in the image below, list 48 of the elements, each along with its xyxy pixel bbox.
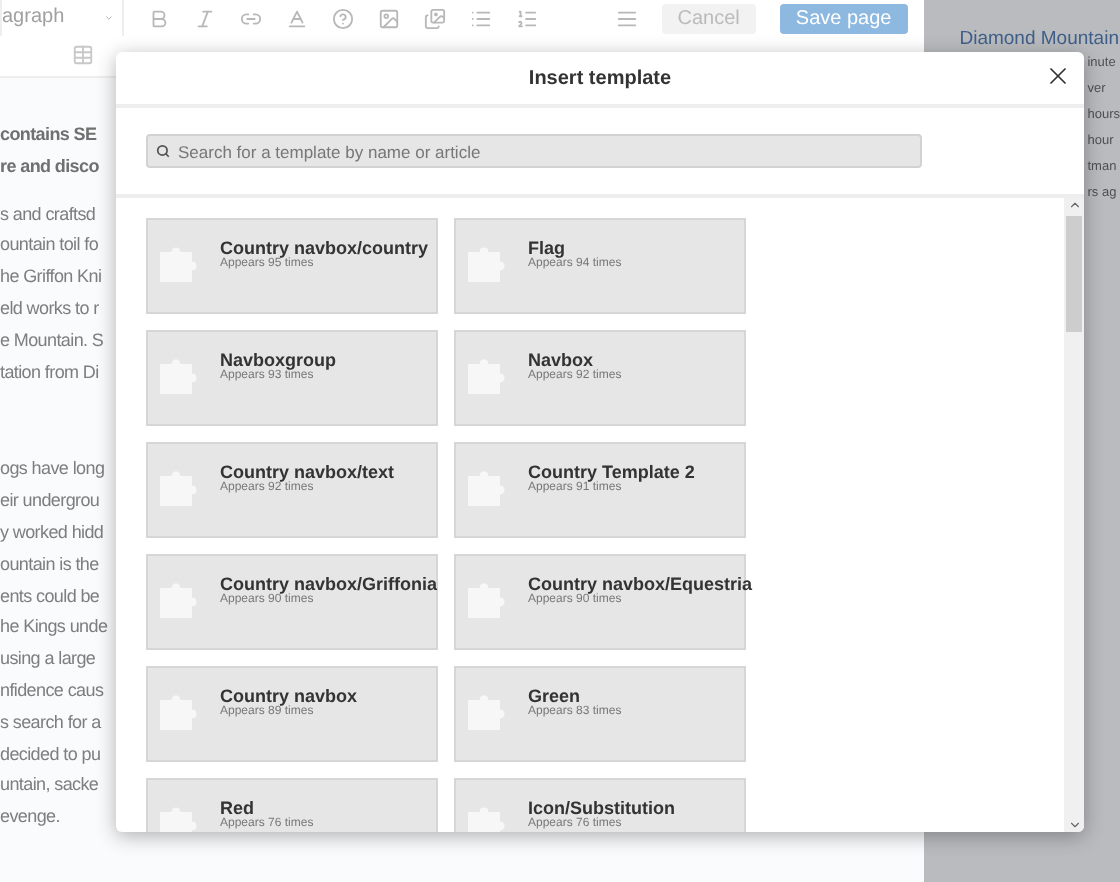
scroll-down-icon[interactable] <box>1067 818 1081 832</box>
gallery-icon[interactable] <box>424 7 446 29</box>
template-name: Navboxgroup <box>220 350 337 370</box>
template-name: Country navbox/text <box>220 462 395 482</box>
search-field[interactable]: Search for a template by name or article <box>146 134 922 168</box>
bold-icon[interactable] <box>148 7 170 29</box>
close-button[interactable] <box>1044 62 1072 90</box>
template-name: Icon/Substitution <box>528 798 675 818</box>
search-icon <box>156 144 170 158</box>
menu-icon[interactable] <box>615 7 638 29</box>
paragraph-line: e Mountain. S <box>0 327 106 354</box>
template-name: Green <box>528 686 581 706</box>
help-icon[interactable] <box>332 7 354 29</box>
paragraph-line: ogs have long <box>0 456 107 483</box>
paragraph-line: nfidence caus <box>0 678 106 705</box>
bullet-list-icon[interactable] <box>470 7 492 29</box>
template-name: Flag <box>528 238 566 258</box>
paragraph-line: decided to pu <box>0 741 103 768</box>
paragraph-line: using a large <box>0 646 98 673</box>
template-name: Red <box>220 798 255 818</box>
template-name: Navbox <box>528 350 594 370</box>
text-style-icon[interactable] <box>286 7 308 29</box>
template-name: Country navbox <box>220 686 358 706</box>
heading-text: re and disco <box>0 153 101 180</box>
paragraph-line: ents could be <box>0 583 102 610</box>
paragraph-line: eld works to r <box>0 296 101 323</box>
paragraph-line: y worked hidd <box>0 520 106 547</box>
paragraph-line: eir undergrou <box>0 488 102 515</box>
scroll-up-icon[interactable] <box>1067 198 1081 212</box>
paragraph-line: ountain is the <box>0 551 101 578</box>
scrollbar-thumb[interactable] <box>1066 216 1082 332</box>
paragraph-line: s and craftsd <box>0 201 98 228</box>
heading-text: contains SE <box>0 121 99 148</box>
image-icon[interactable] <box>378 7 400 29</box>
dialog-title: Insert template <box>528 67 672 89</box>
italic-icon[interactable] <box>194 7 216 29</box>
paragraph-line: evenge. <box>0 804 62 831</box>
paragraph-line: he Griffon Kni <box>0 264 104 291</box>
paragraph-line: ountain toil fo <box>0 232 101 259</box>
paragraph-line: tation from Di <box>0 359 101 386</box>
paragraph-line: untain, sacke <box>0 772 101 799</box>
numbered-list-icon[interactable] <box>516 7 538 29</box>
template-name: Country navbox/country <box>220 238 429 258</box>
table-icon[interactable] <box>72 44 94 67</box>
paragraph-line: s search for a <box>0 709 104 736</box>
template-name: Country navbox/Griffonia <box>220 574 438 594</box>
paragraph-line: he Kings unde <box>0 614 110 641</box>
template-name: Country Template 2 <box>528 462 695 482</box>
